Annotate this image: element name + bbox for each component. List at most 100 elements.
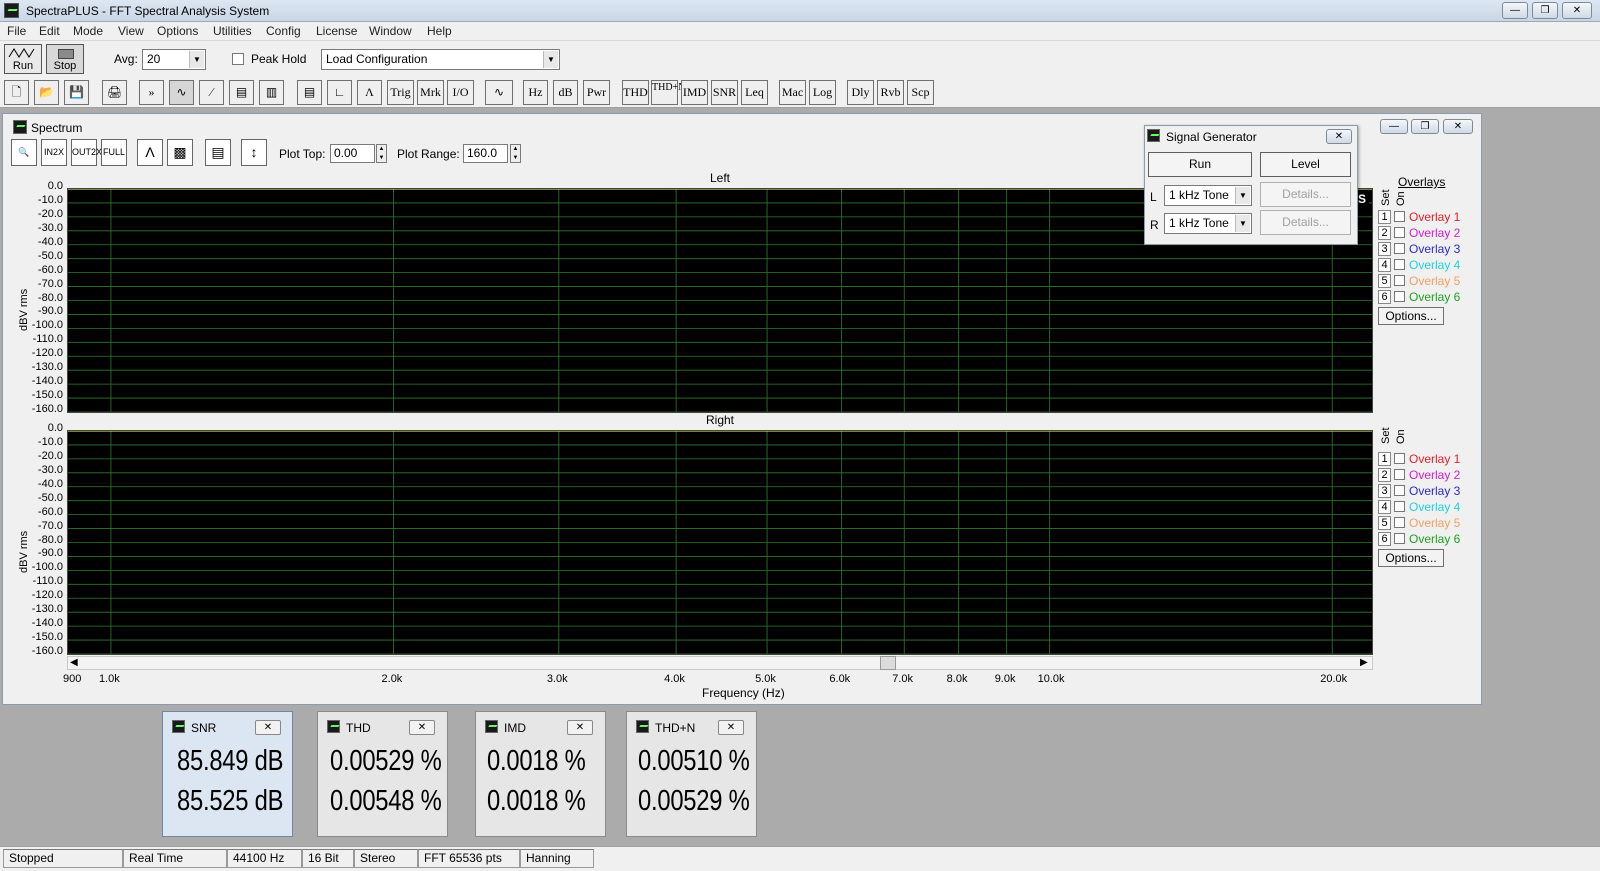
imd-button[interactable]: IMD: [681, 80, 708, 105]
horizontal-scrollbar[interactable]: [67, 656, 1373, 670]
overlay-set-button[interactable]: 5: [1378, 274, 1391, 288]
overlay-set-button[interactable]: 2: [1378, 226, 1391, 240]
macro-button[interactable]: Mac: [779, 80, 806, 105]
configuration-select[interactable]: Load Configuration ▼: [321, 49, 560, 70]
generator-level-button[interactable]: Level: [1260, 152, 1351, 177]
3d-surface-icon[interactable]: ▥: [259, 80, 284, 105]
restore-button[interactable]: ❐: [1532, 2, 1558, 19]
spectrogram-icon[interactable]: ▤: [229, 80, 254, 105]
overlay-set-button[interactable]: 3: [1378, 242, 1391, 256]
signal-generator-close-button[interactable]: ✕: [1326, 129, 1352, 144]
overlay-on-checkbox[interactable]: [1394, 485, 1405, 496]
overlay-set-button[interactable]: 4: [1378, 500, 1391, 514]
right-overlay-options-button[interactable]: Options...: [1378, 549, 1444, 567]
menu-view[interactable]: View: [118, 24, 144, 38]
thd-n-meter-close-button[interactable]: ✕: [718, 720, 744, 735]
overlay-on-checkbox[interactable]: [1394, 517, 1405, 528]
time-series-icon[interactable]: ∕: [199, 80, 224, 105]
overlay-on-checkbox[interactable]: [1394, 227, 1405, 238]
overlay-set-button[interactable]: 1: [1378, 452, 1391, 466]
overlay-on-checkbox[interactable]: [1394, 453, 1405, 464]
peak-hold-checkbox[interactable]: [232, 53, 244, 65]
plot-settings-icon[interactable]: ▤: [205, 139, 231, 166]
right-signal-select[interactable]: 1 kHz Tone ▼: [1164, 213, 1252, 234]
spectrum-close-button[interactable]: ✕: [1443, 119, 1473, 134]
snr-button[interactable]: SNR: [711, 80, 738, 105]
spectrum-restore-button[interactable]: ❐: [1411, 119, 1439, 134]
menu-config[interactable]: Config: [266, 24, 301, 38]
stop-button[interactable]: Stop: [46, 44, 84, 74]
thd-n-button[interactable]: THD+N: [651, 80, 685, 105]
open-folder-icon[interactable]: 📂: [34, 80, 59, 105]
right-details-button[interactable]: Details...: [1260, 210, 1351, 235]
overlay-on-checkbox[interactable]: [1394, 275, 1405, 286]
left-signal-select[interactable]: 1 kHz Tone ▼: [1164, 185, 1252, 206]
delay-button[interactable]: Dly: [847, 80, 874, 105]
menu-mode[interactable]: Mode: [73, 24, 103, 38]
zoom-out-full-icon[interactable]: FULL: [101, 139, 127, 166]
overlay-set-button[interactable]: 6: [1378, 532, 1391, 546]
print-icon[interactable]: 🖨: [102, 80, 127, 105]
new-file-icon[interactable]: 🗋: [4, 80, 29, 105]
overlay-set-button[interactable]: 4: [1378, 258, 1391, 272]
thd-meter-close-button[interactable]: ✕: [409, 720, 435, 735]
overlay-on-checkbox[interactable]: [1394, 291, 1405, 302]
db-button[interactable]: dB: [553, 80, 578, 105]
zoom-in-2x-icon[interactable]: IN2X: [41, 139, 67, 166]
line-plot-icon[interactable]: Λ: [137, 139, 163, 166]
close-button[interactable]: ✕: [1562, 2, 1592, 19]
menu-edit[interactable]: Edit: [39, 24, 60, 38]
right-spectrum-plot[interactable]: [67, 430, 1373, 655]
signal-generator-icon[interactable]: ∿: [485, 80, 513, 105]
plot-range-spinner[interactable]: ▲ ▼: [510, 144, 521, 163]
generator-run-button[interactable]: Run: [1148, 152, 1252, 177]
overlay-on-checkbox[interactable]: [1394, 259, 1405, 270]
plot-top-spinner[interactable]: ▲ ▼: [376, 144, 387, 163]
bar-plot-icon[interactable]: ▩: [167, 139, 193, 166]
zoom-icon[interactable]: 🔍: [11, 139, 37, 166]
log-button[interactable]: Log: [809, 80, 836, 105]
io-button[interactable]: I/O: [447, 80, 474, 105]
reverb-button[interactable]: Rvb: [877, 80, 904, 105]
snr-meter-close-button[interactable]: ✕: [255, 720, 281, 735]
run-button[interactable]: Run: [4, 44, 42, 74]
zoom-out-2x-icon[interactable]: OUT2X: [71, 139, 102, 166]
overlay-on-checkbox[interactable]: [1394, 211, 1405, 222]
spectrum-mode-icon[interactable]: ∿: [169, 80, 194, 105]
left-details-button[interactable]: Details...: [1260, 182, 1351, 207]
marker-button[interactable]: Mrk: [417, 80, 444, 105]
fast-forward-icon[interactable]: »: [139, 80, 164, 105]
overlay-on-checkbox[interactable]: [1394, 501, 1405, 512]
scroll-left-icon[interactable]: ◀: [70, 657, 78, 668]
plot-top-input[interactable]: 0.00: [330, 144, 375, 163]
menu-window[interactable]: Window: [369, 24, 412, 38]
menu-file[interactable]: File: [7, 24, 26, 38]
axis-icon[interactable]: ∟: [327, 80, 352, 105]
avg-select[interactable]: 20 ▼: [142, 49, 206, 70]
scrollbar-thumb[interactable]: [880, 656, 896, 670]
overlay-on-checkbox[interactable]: [1394, 533, 1405, 544]
power-button[interactable]: Pwr: [583, 80, 610, 105]
imd-meter-close-button[interactable]: ✕: [567, 720, 593, 735]
overlay-set-button[interactable]: 5: [1378, 516, 1391, 530]
settings-panel-icon[interactable]: ▤: [297, 80, 322, 105]
overlay-set-button[interactable]: 2: [1378, 468, 1391, 482]
leq-button[interactable]: Leq: [741, 80, 768, 105]
overlay-set-button[interactable]: 1: [1378, 210, 1391, 224]
menu-help[interactable]: Help: [427, 24, 452, 38]
peak-icon[interactable]: Λ: [357, 80, 382, 105]
thd-button[interactable]: THD: [622, 80, 649, 105]
spectrum-minimize-button[interactable]: —: [1380, 119, 1408, 134]
trigger-button[interactable]: Trig: [387, 80, 414, 105]
vertical-scale-icon[interactable]: ↕: [241, 139, 267, 166]
menu-options[interactable]: Options: [157, 24, 198, 38]
overlay-on-checkbox[interactable]: [1394, 469, 1405, 480]
plot-range-input[interactable]: 160.0: [463, 144, 508, 163]
menu-utilities[interactable]: Utilities: [213, 24, 252, 38]
minimize-button[interactable]: —: [1502, 2, 1528, 19]
overlay-set-button[interactable]: 3: [1378, 484, 1391, 498]
left-overlay-options-button[interactable]: Options...: [1378, 307, 1444, 325]
menu-license[interactable]: License: [316, 24, 357, 38]
scope-button[interactable]: Scp: [907, 80, 934, 105]
hz-button[interactable]: Hz: [523, 80, 548, 105]
